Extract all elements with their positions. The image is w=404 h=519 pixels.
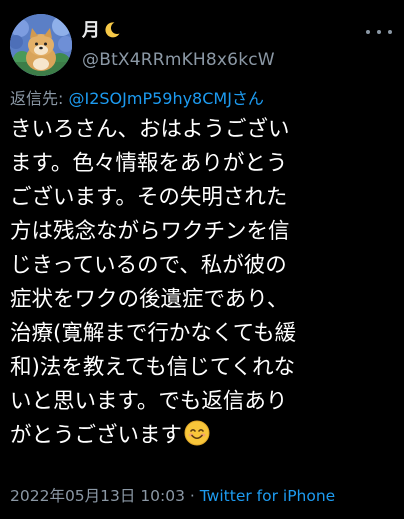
avatar[interactable] <box>10 14 72 76</box>
smiling-face-icon <box>184 420 210 457</box>
more-dot <box>366 30 370 34</box>
tweet-text-line: じきっているので、私が彼の <box>10 253 287 278</box>
tweet-metadata: 2022年05月13日 10:03 · Twitter for iPhone <box>10 486 335 506</box>
tweet-text-line: 治療(寛解まで行かなくても緩 <box>10 321 297 346</box>
tweet-source-link[interactable]: Twitter for iPhone <box>200 487 335 505</box>
tweet-detail: 月 @BtX4RRmKH8x6kcW 返信先: @I2SOJmP59hy8CMJ… <box>0 0 404 519</box>
author-info[interactable]: 月 @BtX4RRmKH8x6kcW <box>82 20 275 71</box>
tweet-text-line: きいろさん、おはようござい <box>10 117 290 142</box>
display-name-text: 月 <box>82 20 100 41</box>
reply-handle-link[interactable]: @I2SOJmP59hy8CMJさん <box>68 89 263 108</box>
tweet-text-line: がとうございます <box>10 423 183 448</box>
tweet-timestamp[interactable]: 2022年05月13日 10:03 <box>10 487 185 505</box>
tweet-text-line: 方は残念ながらワクチンを信 <box>10 219 290 244</box>
reply-prefix: 返信先: <box>10 89 69 108</box>
avatar-image <box>10 14 72 76</box>
display-name[interactable]: 月 <box>82 20 275 45</box>
more-dot <box>377 30 381 34</box>
replying-to: 返信先: @I2SOJmP59hy8CMJさん <box>10 89 264 109</box>
crescent-moon-icon <box>103 21 121 45</box>
more-dot <box>388 30 392 34</box>
tweet-text-line: 症状をワクの後遺症であり、 <box>10 287 289 312</box>
tweet-text-line: 和)法を教えても信じてくれな <box>10 355 296 380</box>
tweet-text-line: ます。色々情報をありがとう <box>10 151 288 176</box>
tweet-text: きいろさん、おはようござい ます。色々情報をありがとう ございます。その失明され… <box>10 113 396 457</box>
tweet-text-line: ございます。その失明された <box>10 185 288 210</box>
meta-separator: · <box>185 487 200 505</box>
tweet-text-line: いと思います。でも返信あり <box>10 389 288 414</box>
tweet-text-last-line: がとうございます <box>10 419 396 457</box>
author-handle[interactable]: @BtX4RRmKH8x6kcW <box>82 49 275 71</box>
more-options-icon[interactable] <box>366 22 392 42</box>
